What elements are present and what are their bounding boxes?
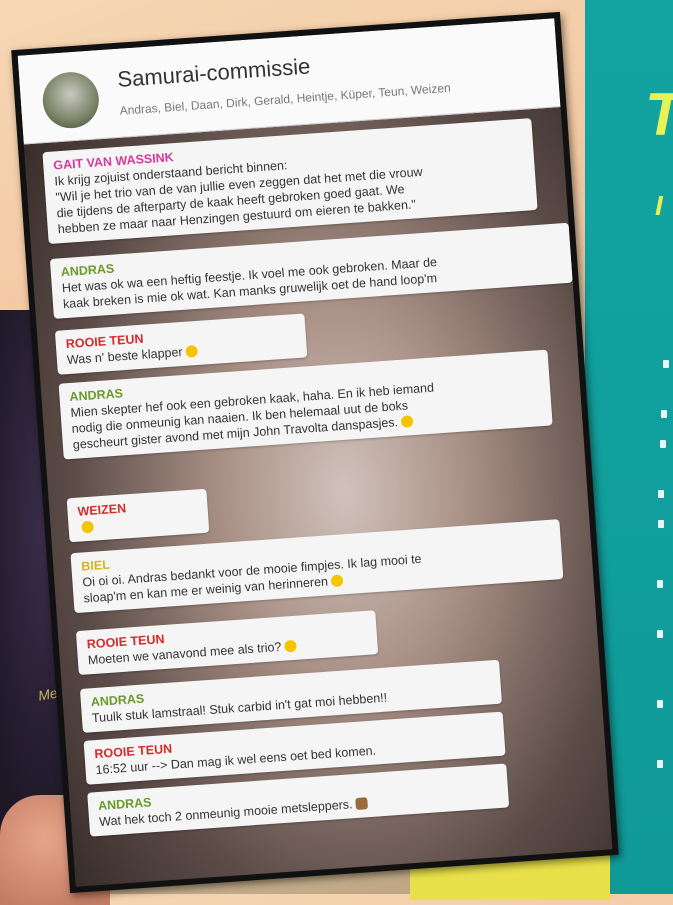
decorative-dot [661,410,667,418]
message-bubble[interactable]: WEIZEN [66,488,210,543]
decorative-dot [658,490,664,498]
decorative-dot [657,580,663,588]
decorative-dot [657,630,663,638]
message-bubble[interactable]: ROOIE TEUN Was n' beste klapper [54,313,308,375]
decorative-letter: T [645,80,673,149]
group-avatar[interactable] [40,70,101,131]
message-bubble[interactable]: ROOIE TEUN Moeten we vanavond mee als tri… [75,610,379,676]
group-title: Samurai-commissie [116,53,312,92]
decorative-dot [657,760,663,768]
decorative-dot [658,520,664,528]
thinking-icon [283,639,297,653]
grin-icon [330,574,344,588]
laughing-icon [185,344,198,358]
phone-screenshot-card: Samurai-commissie Andras, Biel, Daan, Di… [11,11,619,894]
laughing-icon [400,415,414,428]
tears-of-joy-icon [81,520,95,534]
see-no-evil-monkey-icon [355,797,368,811]
decorative-letter: I [655,190,663,221]
chat-screen: Samurai-commissie Andras, Biel, Daan, Di… [17,18,613,887]
decorative-dot [660,440,666,448]
decorative-dot [657,700,663,708]
decorative-dot [663,360,669,368]
